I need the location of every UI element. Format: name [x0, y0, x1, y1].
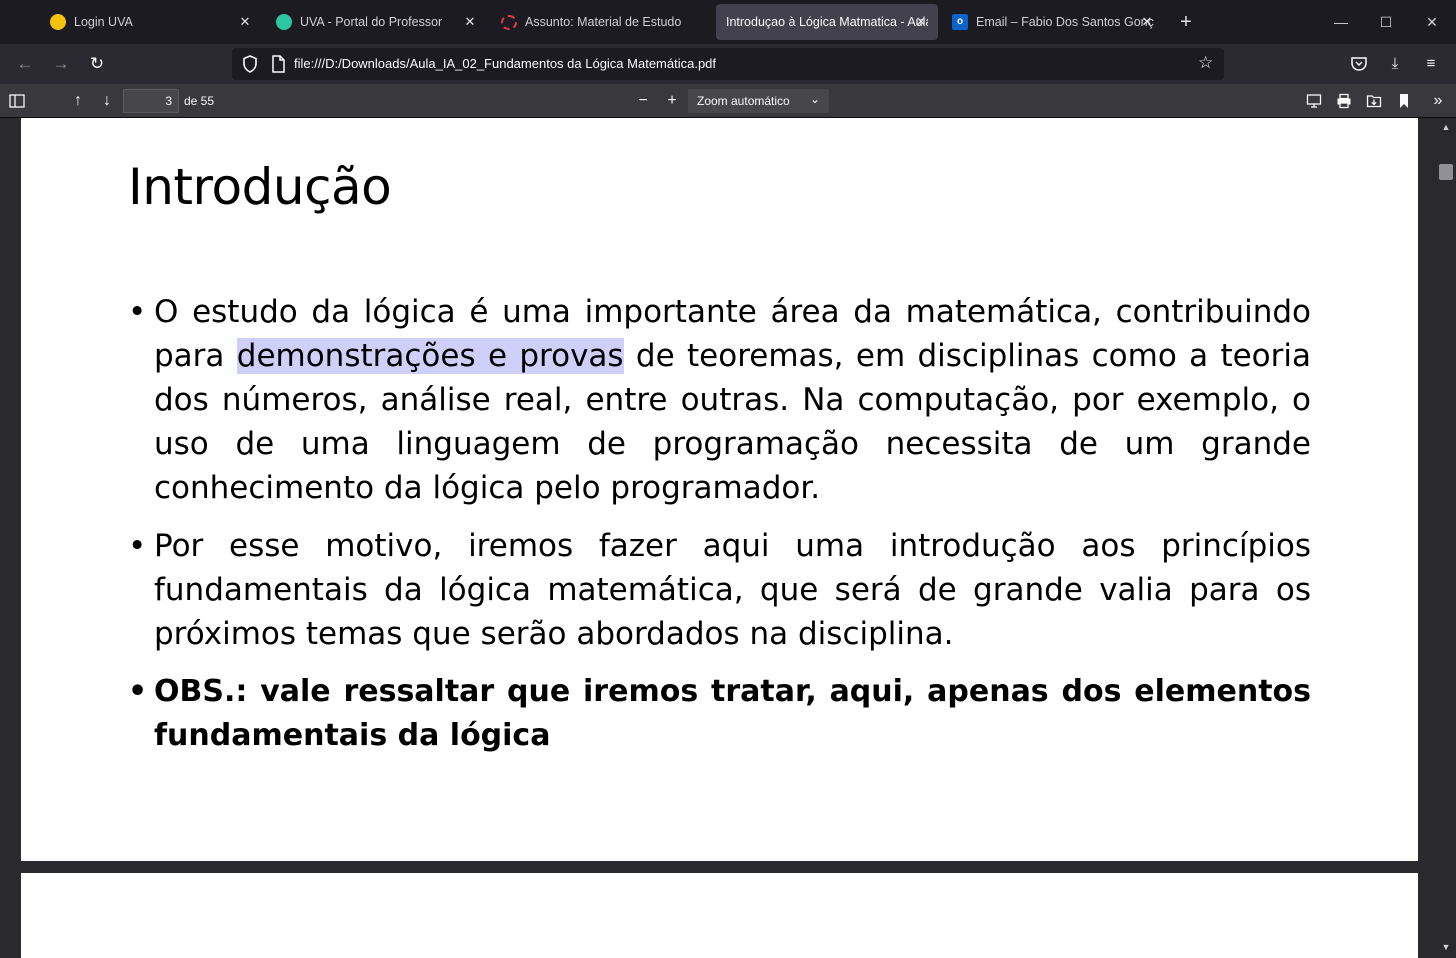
tab-portal-professor[interactable]: UVA - Portal do Professor ✕ — [266, 4, 487, 40]
bullet-marker: • — [128, 528, 147, 564]
zoom-out-icon[interactable]: − — [631, 89, 655, 113]
restore-window-icon[interactable]: ☐ — [1374, 10, 1398, 34]
tab-title: Assunto: Material de Estudo — [525, 15, 682, 29]
page-count: de 55 — [184, 94, 215, 108]
navigation-bar: ← → ↻ file:///D:/Downloads/Aula_IA_02_Fu… — [0, 44, 1456, 84]
tab-pdf-active[interactable]: Introduçao à Lógica Matmatica - Aula ✕ — [716, 4, 938, 40]
page-icon — [272, 55, 285, 73]
print-icon[interactable] — [1332, 89, 1356, 113]
sidebar-toggle-icon[interactable] — [5, 89, 29, 113]
page-number-input[interactable]: 3 — [123, 89, 179, 113]
scroll-down-icon[interactable]: ▼ — [1436, 940, 1456, 954]
close-tab-icon[interactable]: ✕ — [914, 14, 928, 30]
tab-email[interactable]: o Email – Fabio Dos Santos Gonçalves ✕ — [942, 4, 1164, 40]
list-item: • O estudo da lógica é uma importante ár… — [128, 290, 1311, 510]
close-tab-icon[interactable]: ✕ — [1140, 14, 1154, 30]
zoom-select[interactable]: Zoom automático ⌄ — [688, 89, 829, 113]
reload-icon[interactable]: ↻ — [85, 52, 109, 76]
bullet-marker: • — [128, 294, 147, 330]
bullet-marker: • — [128, 674, 148, 709]
zoom-select-value: Zoom automático — [697, 94, 790, 108]
highlighted-text: provas — [519, 338, 624, 374]
loading-spinner-icon — [501, 14, 517, 30]
forward-arrow-icon[interactable]: → — [49, 52, 73, 76]
bullet-text: OBS.: vale ressaltar que iremos tratar, … — [154, 674, 1311, 753]
presentation-mode-icon[interactable] — [1302, 89, 1326, 113]
pocket-icon[interactable] — [1347, 52, 1371, 76]
tab-title: UVA - Portal do Professor — [300, 15, 443, 29]
list-item: • OBS.: vale ressaltar que iremos tratar… — [128, 670, 1311, 758]
download-icon[interactable]: ⤓ — [1383, 52, 1407, 76]
vertical-scrollbar[interactable]: ▲ ▼ — [1436, 118, 1456, 958]
zoom-in-icon[interactable]: + — [660, 89, 684, 113]
tab-login-uva[interactable]: Login UVA ✕ — [40, 4, 262, 40]
close-window-icon[interactable]: ✕ — [1420, 10, 1444, 34]
tab-title: Email – Fabio Dos Santos Gonçalves — [976, 15, 1154, 29]
bullet-list: • O estudo da lógica é uma importante ár… — [128, 290, 1311, 772]
list-item: • Por esse motivo, iremos fazer aqui uma… — [128, 524, 1311, 656]
new-tab-button[interactable]: + — [1175, 8, 1197, 36]
url-text: file:///D:/Downloads/Aula_IA_02_Fundamen… — [294, 56, 717, 71]
pdf-page: Introdução • O estudo da lógica é uma im… — [21, 118, 1418, 861]
tab-title: Introduçao à Lógica Matmatica - Aula — [726, 15, 928, 29]
minimize-window-icon[interactable]: — — [1329, 10, 1353, 34]
highlighted-text: e — [487, 338, 508, 374]
outlook-icon: o — [952, 14, 968, 30]
chevron-down-icon: ⌄ — [809, 92, 820, 106]
tab-material-estudo[interactable]: Assunto: Material de Estudo — [491, 4, 712, 40]
pdf-viewer[interactable]: Introdução • O estudo da lógica é uma im… — [0, 118, 1436, 958]
back-arrow-icon[interactable]: ← — [13, 52, 37, 76]
bullet-text: Por esse motivo, iremos fazer aqui uma i… — [154, 528, 1311, 652]
close-tab-icon[interactable]: ✕ — [238, 14, 252, 30]
tools-overflow-icon[interactable]: » — [1426, 89, 1450, 113]
shield-icon[interactable] — [240, 54, 260, 74]
close-tab-icon[interactable]: ✕ — [463, 14, 477, 30]
next-page-icon[interactable]: ↓ — [95, 89, 119, 113]
save-icon[interactable] — [1362, 89, 1386, 113]
bookmark-icon[interactable] — [1392, 89, 1416, 113]
pdf-toolbar: ↑ ↓ 3 de 55 − + Zoom automático ⌄ » — [0, 84, 1456, 118]
highlighted-text: demonstrações — [236, 338, 476, 374]
tab-title: Login UVA — [74, 15, 133, 29]
portal-dot-icon — [276, 14, 292, 30]
pdf-page-next — [21, 873, 1418, 958]
uva-dot-icon — [50, 14, 66, 30]
tab-strip: Login UVA ✕ UVA - Portal do Professor ✕ … — [0, 0, 1456, 44]
previous-page-icon[interactable]: ↑ — [66, 89, 90, 113]
bookmark-star-icon[interactable]: ☆ — [1198, 53, 1213, 73]
menu-icon[interactable]: ≡ — [1419, 52, 1443, 76]
address-bar[interactable]: file:///D:/Downloads/Aula_IA_02_Fundamen… — [232, 48, 1224, 80]
scrollbar-thumb[interactable] — [1439, 164, 1453, 180]
page-title: Introdução — [128, 158, 392, 216]
scroll-up-icon[interactable]: ▲ — [1436, 120, 1456, 134]
